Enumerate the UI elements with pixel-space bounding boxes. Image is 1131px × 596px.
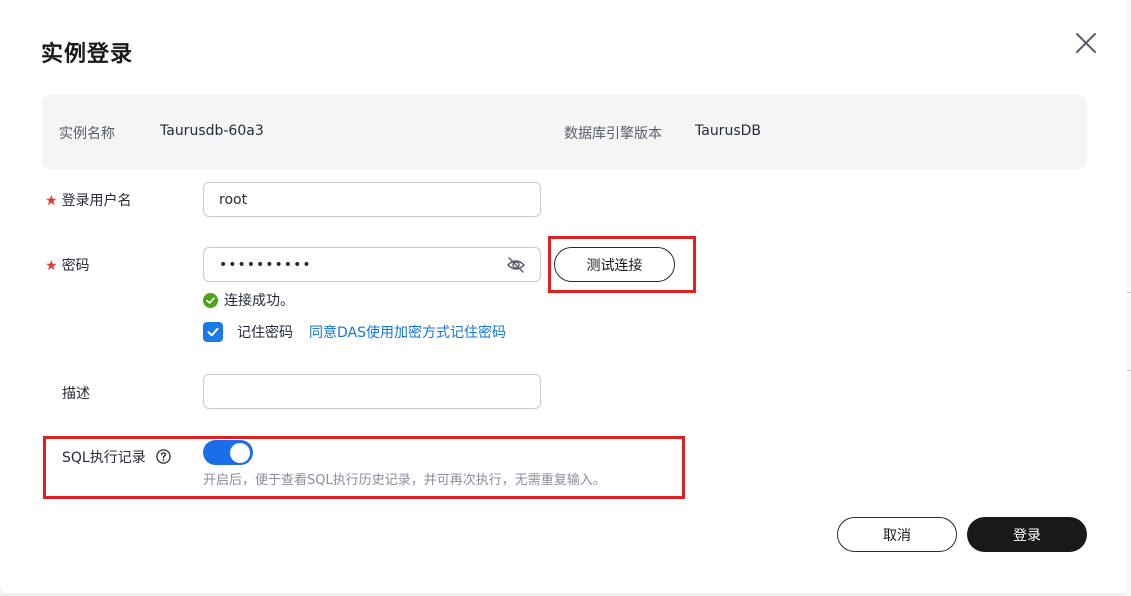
- username-value: root: [219, 191, 248, 208]
- cancel-button[interactable]: 取消: [837, 517, 957, 552]
- password-value: ••••••••••: [219, 256, 312, 273]
- checkmark-icon: [207, 327, 219, 337]
- close-icon: [1076, 33, 1096, 53]
- username-label: ★ 登录用户名: [45, 190, 132, 210]
- highlight-box-sql-record: [43, 436, 685, 499]
- engine-version-label: 数据库引擎版本: [564, 126, 662, 142]
- username-input[interactable]: root: [203, 182, 541, 217]
- close-button[interactable]: [1072, 29, 1100, 57]
- success-check-icon: [203, 292, 218, 308]
- password-input[interactable]: ••••••••••: [203, 247, 541, 282]
- success-message: 连接成功。: [224, 293, 294, 309]
- dialog-title: 实例登录: [41, 42, 134, 67]
- highlight-box-test-connection: [548, 236, 696, 293]
- description-input[interactable]: [203, 374, 541, 409]
- eye-hidden-icon[interactable]: [506, 256, 526, 274]
- required-mark: ★: [45, 258, 58, 274]
- encrypt-remember-link[interactable]: 同意DAS使用加密方式记住密码: [309, 322, 506, 342]
- connection-status: 连接成功。: [203, 290, 294, 310]
- password-label: ★ 密码: [45, 255, 90, 275]
- instance-name-value: Taurusdb-60a3: [160, 123, 264, 139]
- login-button[interactable]: 登录: [967, 517, 1087, 552]
- remember-password-row: 记住密码 同意DAS使用加密方式记住密码: [203, 322, 506, 342]
- remember-password-checkbox[interactable]: [203, 322, 223, 342]
- instance-name-label: 实例名称: [59, 126, 115, 142]
- engine-version-value: TaurusDB: [695, 123, 761, 139]
- description-label: 描述: [62, 386, 90, 402]
- username-label-text: 登录用户名: [61, 193, 132, 209]
- login-dialog: 实例登录 实例名称 Taurusdb-60a3 数据库引擎版本 TaurusDB…: [0, 0, 1127, 593]
- instance-info-panel: 实例名称 Taurusdb-60a3 数据库引擎版本 TaurusDB: [42, 95, 1087, 169]
- password-label-text: 密码: [61, 258, 90, 274]
- required-mark: ★: [45, 193, 58, 209]
- remember-password-label: 记住密码: [237, 325, 293, 341]
